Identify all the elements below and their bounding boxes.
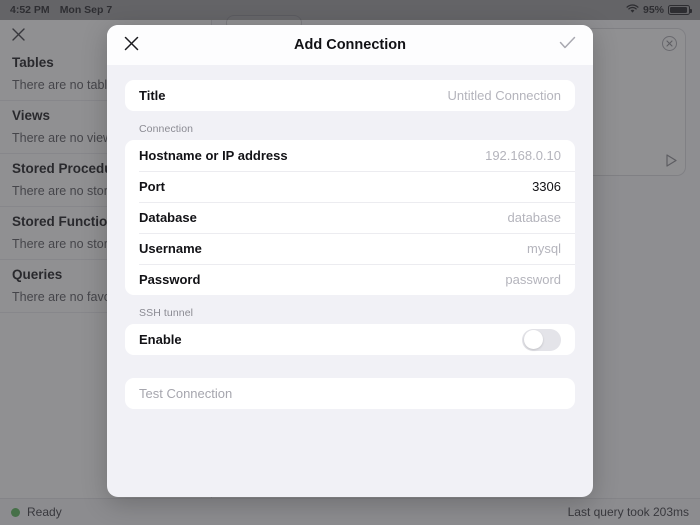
test-connection-label: Test Connection [139, 386, 233, 401]
username-label: Username [139, 241, 202, 256]
ssh-enable-toggle[interactable] [522, 328, 561, 351]
close-icon[interactable] [124, 36, 139, 54]
add-connection-modal: Add Connection Title Untitled Connection… [107, 25, 593, 497]
title-input[interactable]: Untitled Connection [448, 88, 561, 103]
database-input[interactable]: database [508, 210, 562, 225]
ssh-group-heading: SSH tunnel [139, 307, 194, 319]
password-label: Password [139, 272, 201, 287]
hostname-row[interactable]: Hostname or IP address 192.168.0.10 [125, 140, 575, 171]
title-card: Title Untitled Connection [125, 80, 575, 111]
status-bar-overlay [0, 0, 700, 20]
port-label: Port [139, 179, 165, 194]
connection-group-heading: Connection [139, 123, 194, 135]
toggle-knob [523, 330, 543, 349]
hostname-input[interactable]: 192.168.0.10 [485, 148, 561, 163]
ssh-card: Enable [125, 324, 575, 355]
database-label: Database [139, 210, 197, 225]
checkmark-icon[interactable] [559, 36, 576, 55]
connection-card: Hostname or IP address 192.168.0.10 Port… [125, 140, 575, 295]
password-input[interactable]: password [505, 272, 561, 287]
ssh-enable-label: Enable [139, 332, 182, 347]
port-input[interactable]: 3306 [532, 179, 561, 194]
modal-header: Add Connection [107, 25, 593, 65]
database-row[interactable]: Database database [125, 202, 575, 233]
title-row[interactable]: Title Untitled Connection [125, 80, 575, 111]
app-root: 4:52 PM Mon Sep 7 95% Tables There are n… [0, 0, 700, 525]
modal-body: Title Untitled Connection Connection Hos… [107, 65, 593, 497]
ssh-enable-row[interactable]: Enable [125, 324, 575, 355]
modal-title: Add Connection [294, 37, 406, 53]
test-connection-button[interactable]: Test Connection [125, 378, 575, 409]
username-input[interactable]: mysql [527, 241, 561, 256]
port-row[interactable]: Port 3306 [125, 171, 575, 202]
password-row[interactable]: Password password [125, 264, 575, 295]
title-label: Title [139, 88, 166, 103]
username-row[interactable]: Username mysql [125, 233, 575, 264]
hostname-label: Hostname or IP address [139, 148, 288, 163]
